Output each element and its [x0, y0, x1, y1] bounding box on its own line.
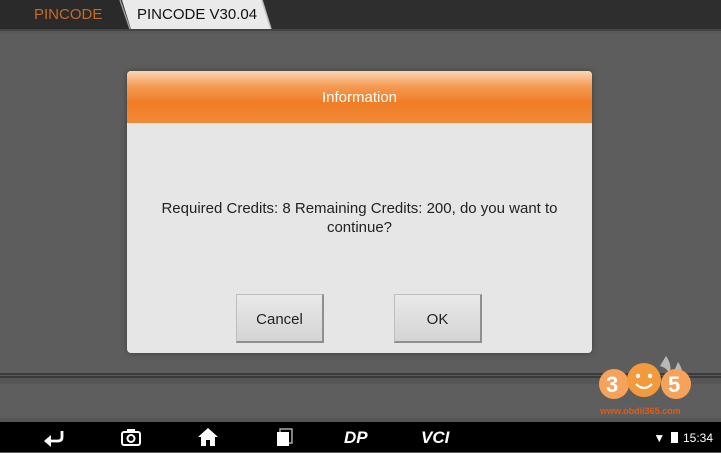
breadcrumb-item-pincode-version: PINCODE V30.04	[137, 6, 258, 23]
vci-icon-label: VCI	[421, 428, 451, 447]
ok-button[interactable]: OK	[394, 294, 482, 343]
breadcrumb-item-pincode[interactable]: PINCODE	[34, 0, 102, 29]
watermark-url: www.obdii365.com	[600, 406, 681, 416]
wifi-icon: ▼	[653, 430, 666, 445]
dialog-message: Required Credits: 8 Remaining Credits: 2…	[161, 200, 558, 236]
breadcrumb-shapes	[0, 0, 272, 29]
watermark-digit-3: 3	[606, 372, 618, 397]
recent-apps-icon[interactable]	[275, 427, 295, 447]
vci-icon[interactable]: VCI	[420, 427, 460, 447]
dialog-title: Information	[321, 89, 398, 106]
home-icon[interactable]	[197, 427, 219, 447]
status-bar: ▼ 15:34	[653, 422, 713, 452]
dp-icon-label: DP	[344, 428, 368, 447]
screenshot-icon[interactable]	[120, 427, 142, 447]
information-dialog: Information Required Credits: 8 Remainin…	[127, 71, 592, 353]
back-icon[interactable]	[42, 427, 66, 447]
status-time: 15:34	[682, 430, 713, 445]
cancel-button[interactable]: Cancel	[236, 294, 324, 343]
dp-icon[interactable]: DP	[343, 427, 379, 447]
top-bar: PINCODE PINCODE V30.04	[0, 0, 721, 29]
watermark-digit-5: 5	[668, 372, 680, 397]
navigation-bar: DP VCI ▼ 15:34	[0, 422, 721, 452]
battery-icon	[670, 432, 678, 444]
